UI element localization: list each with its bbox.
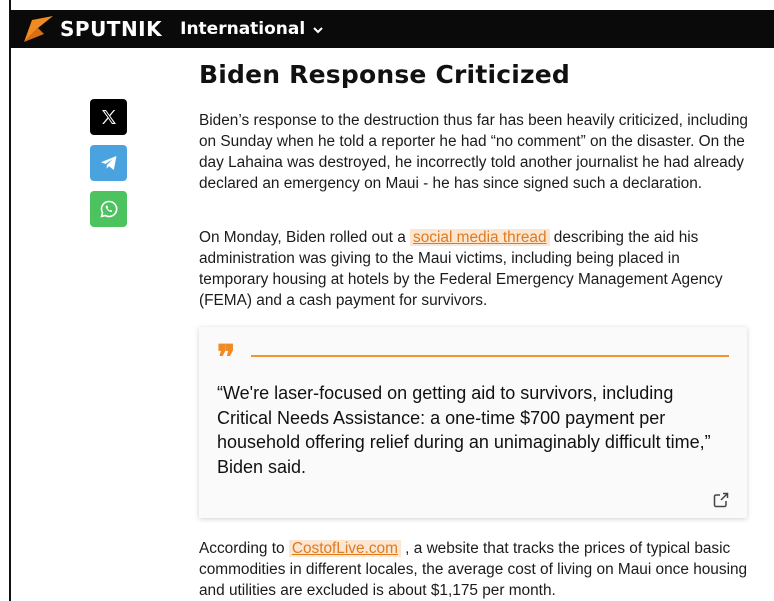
quote-mark-icon: ❞: [217, 338, 236, 378]
sputnik-logo[interactable]: SPUTNIK: [24, 10, 162, 48]
telegram-icon: [100, 156, 116, 170]
article-paragraph-2: On Monday, Biden rolled out a social med…: [199, 227, 749, 311]
paragraph-3-text-start: According to: [199, 540, 289, 557]
share-telegram-button[interactable]: [90, 145, 127, 181]
costoflive-link[interactable]: CostofLive.com: [288, 540, 401, 557]
chevron-down-icon: [313, 26, 323, 33]
share-x-button[interactable]: [90, 99, 127, 135]
page-left-border: [9, 0, 11, 601]
quote-divider: [251, 355, 729, 357]
quote-card: ❞ “We're laser-focused on getting aid to…: [199, 327, 747, 518]
article-paragraph-1: Biden’s response to the destruction thus…: [199, 112, 748, 192]
share-quote-icon[interactable]: [713, 492, 729, 508]
share-whatsapp-button[interactable]: [90, 191, 127, 227]
edition-label: International: [180, 19, 306, 39]
sputnik-logo-icon: [24, 16, 53, 42]
logo-text: SPUTNIK: [60, 17, 163, 41]
paragraph-2-text-start: On Monday, Biden rolled out a: [199, 229, 411, 246]
quote-text: “We're laser-focused on getting aid to s…: [217, 383, 711, 477]
whatsapp-icon: [100, 200, 117, 218]
article-headline: Biden Response Criticized: [199, 60, 571, 89]
edition-selector[interactable]: International: [180, 19, 323, 39]
x-icon: [101, 110, 116, 124]
site-header: SPUTNIK International: [10, 10, 774, 48]
article-paragraph-3: According to CostofLive.com , a website …: [199, 538, 749, 601]
social-media-thread-link[interactable]: social media thread: [410, 229, 550, 246]
